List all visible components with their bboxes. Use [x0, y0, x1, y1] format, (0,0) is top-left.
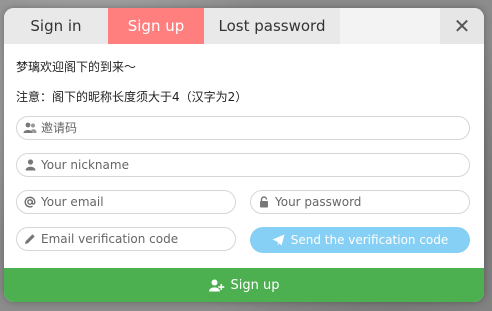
tab-sign-in[interactable]: Sign in: [4, 8, 108, 44]
nickname-notice: 注意：阁下的昵称长度须大于4（汉字为2）: [16, 90, 248, 104]
pencil-icon: [19, 233, 41, 245]
send-verification-code-button[interactable]: Send the verification code: [250, 227, 470, 253]
lock-icon: [253, 196, 275, 208]
paper-plane-icon: [272, 234, 285, 246]
email-field[interactable]: [16, 190, 236, 214]
nickname-input[interactable]: [41, 158, 469, 172]
at-icon: [19, 196, 41, 208]
invite-code-field[interactable]: [16, 116, 470, 140]
nickname-field[interactable]: [16, 153, 470, 177]
password-input[interactable]: [275, 195, 469, 209]
tab-bar-filler: [340, 8, 440, 44]
verification-code-input[interactable]: [41, 232, 235, 246]
user-icon: [19, 159, 41, 171]
sign-up-submit-label: Sign up: [230, 277, 280, 293]
welcome-message: 梦璃欢迎阁下的到来～: [16, 60, 137, 74]
invite-code-input[interactable]: [41, 121, 469, 135]
user-plus-icon: [208, 279, 225, 292]
tab-bar: Sign in Sign up Lost password ✕: [4, 8, 484, 44]
password-field[interactable]: [250, 190, 470, 214]
email-input[interactable]: [41, 195, 235, 209]
close-icon[interactable]: ✕: [440, 8, 484, 44]
users-icon: [19, 122, 41, 134]
sign-up-submit-button[interactable]: Sign up: [4, 268, 484, 302]
verification-code-field[interactable]: [16, 227, 236, 251]
tab-sign-up[interactable]: Sign up: [108, 8, 204, 44]
send-verification-code-label: Send the verification code: [290, 233, 449, 247]
signup-dialog: Sign in Sign up Lost password ✕ 梦璃欢迎阁下的到…: [4, 8, 484, 302]
tab-lost-password[interactable]: Lost password: [204, 8, 340, 44]
